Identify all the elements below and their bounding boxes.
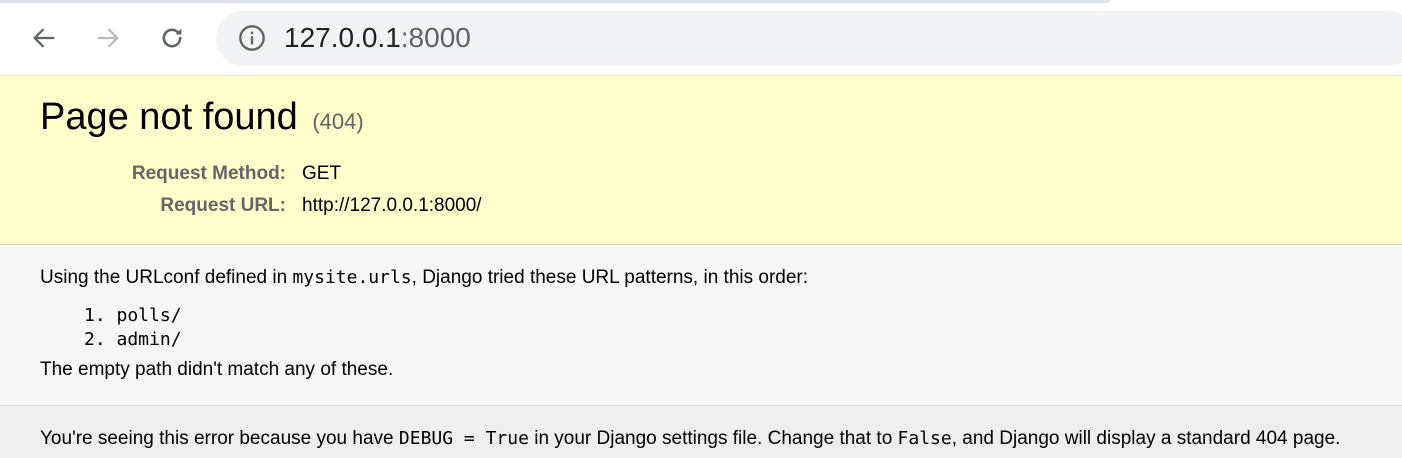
request-url-label: Request URL:	[160, 195, 286, 216]
no-match-text: The empty path didn't match any of these…	[40, 359, 394, 380]
explanation-part-1: You're seeing this error because you hav…	[40, 428, 399, 449]
urlconf-text: Using the URLconf defined in mysite.urls…	[40, 265, 808, 291]
url-patterns-list: 1. polls/ 2. admin/	[84, 304, 182, 352]
urlconf-module: mysite.urls	[292, 267, 412, 288]
false-value: False	[897, 428, 952, 449]
error-explanation: You're seeing this error because you hav…	[0, 406, 1402, 458]
page-title: Page not found (404)	[40, 94, 364, 145]
reload-icon	[162, 28, 182, 48]
info-icon[interactable]	[238, 24, 266, 52]
request-method-label: Request Method:	[131, 163, 286, 184]
error-summary: Page not found (404) Request Method: GET…	[0, 76, 1402, 245]
explanation-part-3: , and Django will display a standard 404…	[951, 428, 1341, 449]
address-bar[interactable]: 127.0.0.1:8000	[216, 11, 1402, 66]
url-host: 127.0.0.1	[284, 22, 401, 53]
arrow-left-icon	[33, 28, 55, 48]
urlconf-prefix: Using the URLconf defined in	[40, 267, 293, 288]
explanation-part-2: in your Django settings file. Change tha…	[528, 428, 898, 449]
url-pattern-item: 1. polls/	[84, 305, 182, 326]
explanation-text: You're seeing this error because you hav…	[40, 426, 1340, 452]
error-info: Using the URLconf defined in mysite.urls…	[0, 245, 1402, 406]
forward-button[interactable]	[86, 16, 130, 60]
request-method-value: GET	[302, 163, 342, 184]
debug-setting: DEBUG = True	[398, 428, 529, 449]
tab-strip-edge	[0, 0, 1110, 3]
url-pattern-item: 2. admin/	[84, 329, 182, 350]
url-port: :8000	[400, 22, 471, 53]
page-title-text: Page not found	[40, 96, 298, 138]
status-code: (404)	[312, 109, 364, 134]
arrow-right-icon	[97, 28, 119, 48]
reload-button[interactable]	[150, 16, 194, 60]
back-button[interactable]	[22, 16, 66, 60]
request-url-value: http://127.0.0.1:8000/	[302, 195, 482, 216]
request-method-row: Request Method: GET	[0, 161, 600, 187]
request-url-row: Request URL: http://127.0.0.1:8000/	[0, 193, 600, 219]
browser-toolbar: 127.0.0.1:8000	[0, 0, 1402, 76]
urlconf-suffix: , Django tried these URL patterns, in th…	[411, 267, 809, 288]
url-text[interactable]: 127.0.0.1:8000	[284, 19, 471, 57]
